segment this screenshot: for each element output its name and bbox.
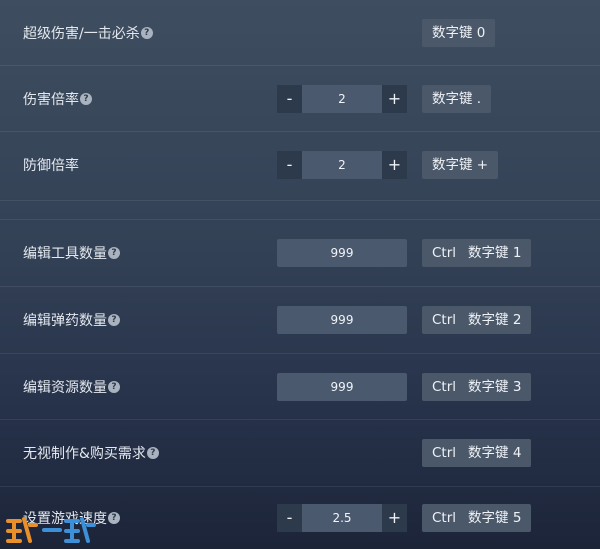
- option-label: 防御倍率: [23, 158, 79, 174]
- help-icon[interactable]: ?: [80, 92, 92, 105]
- hotkey-button[interactable]: Ctrl 数字键 2: [422, 306, 532, 334]
- stepper-value[interactable]: 2: [302, 151, 382, 179]
- cheat-options-panel: 超级伤害/一击必杀? 数字键 0 伤害倍率? - 2 + 数字键 . 防御倍率 …: [0, 0, 600, 549]
- tool-count-input[interactable]: 999: [277, 239, 407, 267]
- defense-multiplier-stepper: - 2 +: [277, 151, 407, 179]
- option-label: 超级伤害/一击必杀?: [23, 23, 153, 43]
- option-row-damage-multiplier: 伤害倍率? - 2 + 数字键 .: [0, 66, 600, 132]
- hotkey-group: 数字键 .: [422, 84, 492, 113]
- hotkey-button[interactable]: Ctrl 数字键 5: [422, 504, 532, 532]
- stepper-value[interactable]: 2.5: [302, 504, 382, 532]
- help-icon[interactable]: ?: [108, 314, 120, 326]
- section-divider: [0, 200, 600, 201]
- option-row-defense-multiplier: 防御倍率 - 2 + 数字键 +: [0, 132, 600, 198]
- ammo-count-input[interactable]: 999: [277, 306, 407, 334]
- option-label: 编辑弹药数量?: [23, 310, 120, 330]
- hotkey-group: 数字键 0: [422, 18, 496, 47]
- hotkey-group: Ctrl 数字键 4: [422, 439, 532, 467]
- help-icon[interactable]: ?: [108, 512, 120, 524]
- help-icon[interactable]: ?: [108, 380, 120, 393]
- hotkey-group: Ctrl 数字键 3: [422, 372, 532, 401]
- hotkey-button[interactable]: 数字键 .: [422, 84, 492, 113]
- hotkey-button[interactable]: 数字键 0: [422, 18, 496, 47]
- option-row-super-damage: 超级伤害/一击必杀? 数字键 0: [0, 0, 600, 66]
- increment-button[interactable]: +: [382, 504, 407, 532]
- help-icon[interactable]: ?: [108, 247, 120, 259]
- option-label: 无视制作&购买需求?: [23, 443, 159, 463]
- option-row-resource-count: 编辑资源数量? 999 Ctrl 数字键 3: [0, 354, 600, 420]
- game-speed-stepper: - 2.5 +: [277, 504, 407, 532]
- increment-button[interactable]: +: [382, 84, 407, 113]
- hotkey-group: 数字键 +: [422, 151, 499, 179]
- hotkey-button[interactable]: 数字键 +: [422, 151, 499, 179]
- damage-multiplier-stepper: - 2 +: [277, 84, 407, 113]
- option-label: 伤害倍率?: [23, 89, 92, 109]
- option-row-tool-count: 编辑工具数量? 999 Ctrl 数字键 1: [0, 220, 600, 287]
- hotkey-group: Ctrl 数字键 5: [422, 504, 532, 532]
- help-icon[interactable]: ?: [146, 447, 159, 459]
- hotkey-group: Ctrl 数字键 1: [422, 239, 532, 267]
- decrement-button[interactable]: -: [277, 151, 302, 179]
- option-row-ammo-count: 编辑弹药数量? 999 Ctrl 数字键 2: [0, 287, 600, 354]
- watermark-logo-icon: [6, 517, 96, 543]
- increment-button[interactable]: +: [382, 151, 407, 179]
- hotkey-group: Ctrl 数字键 2: [422, 306, 532, 334]
- stepper-value[interactable]: 2: [302, 84, 382, 113]
- help-icon[interactable]: ?: [140, 26, 153, 39]
- hotkey-button[interactable]: Ctrl 数字键 1: [422, 239, 532, 267]
- option-row-ignore-requirements: 无视制作&购买需求? Ctrl 数字键 4: [0, 420, 600, 487]
- resource-count-input[interactable]: 999: [277, 372, 407, 401]
- hotkey-button[interactable]: Ctrl 数字键 3: [422, 372, 532, 401]
- option-label: 编辑资源数量?: [23, 377, 120, 397]
- decrement-button[interactable]: -: [277, 504, 302, 532]
- option-label: 编辑工具数量?: [23, 243, 120, 263]
- decrement-button[interactable]: -: [277, 84, 302, 113]
- hotkey-button[interactable]: Ctrl 数字键 4: [422, 439, 532, 467]
